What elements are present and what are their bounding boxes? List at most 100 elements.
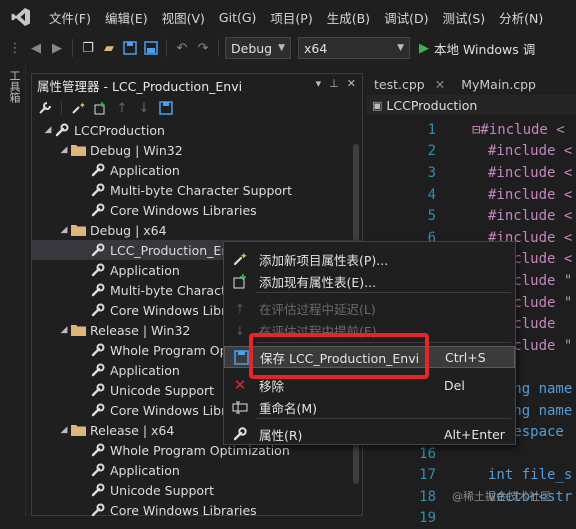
run-label: 本地 Windows 调 (434, 41, 536, 57)
code-line[interactable]: 5 #include < (366, 205, 576, 227)
wrench-icon (90, 462, 106, 478)
menu-item-shortcut: Ctrl+S (445, 349, 486, 365)
tree-item-label: Release | Win32 (90, 322, 191, 338)
code-line[interactable]: 17 int file_s (366, 465, 576, 487)
undo-icon[interactable]: ↶ (173, 39, 191, 57)
menu-item-shortcut: Del (444, 377, 465, 393)
collapse-arrow-icon[interactable]: ◢ (42, 125, 54, 135)
pin-icon[interactable]: ⊥ (329, 77, 339, 90)
move-down-icon[interactable]: ↓ (135, 99, 153, 117)
menu-item-shortcut: Alt+Enter (444, 426, 505, 442)
menu-build[interactable]: 生成(B) (320, 8, 377, 27)
visual-studio-logo-icon[interactable] (10, 6, 32, 28)
collapse-arrow-icon[interactable]: ◢ (58, 145, 70, 155)
code-line[interactable]: 19 (366, 508, 576, 529)
property-sheet-item[interactable]: Multi-byte Character Support (32, 180, 362, 200)
properties-wrench-icon[interactable] (36, 99, 54, 117)
menu-test[interactable]: 测试(S) (435, 8, 492, 27)
svg-text:✦: ✦ (240, 252, 248, 262)
toolbox-tab[interactable]: 工具箱 (6, 70, 22, 103)
collapse-arrow-icon[interactable]: ◢ (58, 325, 70, 335)
save-sheet-icon[interactable] (157, 99, 175, 117)
menu-item-label: 属性(R) (259, 427, 303, 443)
code-line[interactable]: 3 #include < (366, 162, 576, 184)
code-line[interactable]: 1 ⊟#include < (366, 119, 576, 141)
wrench-icon (90, 202, 106, 218)
folder-icon (70, 422, 86, 438)
line-number: 19 (419, 510, 436, 527)
property-sheet-item[interactable]: Core Windows Libraries (32, 200, 362, 220)
tree-item-label: LCC_Production_Envi (110, 242, 241, 258)
tab-mymain-cpp[interactable]: MyMain.cpp (453, 73, 544, 95)
menu-git[interactable]: Git(G) (212, 10, 264, 25)
toolbox-strip[interactable]: 工具箱 (0, 62, 26, 516)
collapse-arrow-icon[interactable]: ◢ (58, 225, 70, 235)
menu-view[interactable]: 视图(V) (155, 8, 212, 27)
context-menu-item[interactable]: 重命名(M) (224, 396, 515, 418)
close-icon[interactable]: ✕ (435, 77, 445, 92)
move-up-icon[interactable]: ↑ (113, 99, 131, 117)
menu-edit[interactable]: 编辑(E) (98, 8, 155, 27)
menu-item-label: 在评估过程中延迟(L) (259, 301, 376, 317)
wrench-icon (90, 382, 106, 398)
context-menu-item[interactable]: 添加现有属性表(E)... (224, 270, 515, 292)
main-toolbar: ⋮ ◀ ▶ ❐ ▰ ↶ ↷ Debug ▼ x64 ▼ ▶ 本地 Windows… (0, 34, 576, 62)
platform-dropdown[interactable]: x64 ▼ (298, 37, 410, 59)
configuration-node[interactable]: ◢ Debug | Win32 (32, 140, 362, 160)
code-text: #include < (488, 208, 573, 225)
code-text: ⊟#include < (472, 121, 565, 138)
wrench-icon (90, 182, 106, 198)
add-existing-sheet-icon[interactable] (91, 99, 109, 117)
collapse-arrow-icon[interactable]: ◢ (58, 425, 70, 435)
wrench-icon (54, 122, 70, 138)
menu-item-label: 添加现有属性表(E)... (259, 274, 377, 290)
menu-item-label: 重命名(M) (259, 400, 318, 416)
dropdown-icon[interactable]: ▾ (316, 77, 322, 90)
menu-debug[interactable]: 调试(D) (377, 8, 435, 27)
save-all-icon[interactable] (142, 39, 160, 57)
code-line[interactable]: 2 #include < (366, 141, 576, 163)
tree-item-label: Unicode Support (110, 482, 215, 498)
close-icon[interactable]: ✕ (347, 77, 356, 90)
redo-icon[interactable]: ↷ (194, 39, 212, 57)
toolbar-divider (166, 39, 167, 57)
panel-title-bar: 属性管理器 - LCC_Production_Envi ▾ ⊥ ✕ (32, 74, 362, 96)
tab-test-cpp[interactable]: test.cpp ✕ (366, 73, 453, 95)
property-sheet-item[interactable]: Unicode Support (32, 480, 362, 500)
toolbar-divider (61, 101, 62, 115)
code-line[interactable]: 4 #include < (366, 184, 576, 206)
configuration-node[interactable]: ◢ Debug | x64 (32, 220, 362, 240)
toolbar-divider (218, 39, 219, 57)
tree-item-label: Application (110, 262, 180, 278)
save-icon[interactable] (121, 39, 139, 57)
wrench-icon (90, 402, 106, 418)
menu-file[interactable]: 文件(F) (42, 8, 98, 27)
start-debugging-button[interactable]: ▶ 本地 Windows 调 (419, 39, 535, 58)
code-line[interactable]: 16 (366, 443, 576, 465)
chevron-down-icon: ▼ (397, 43, 404, 53)
new-project-icon[interactable]: ❐ (79, 39, 97, 57)
context-menu-item[interactable]: 属性(R) Alt+Enter (224, 423, 515, 445)
menu-analyze[interactable]: 分析(N) (492, 8, 550, 27)
menu-item-label: 添加新项目属性表(P)... (259, 252, 389, 268)
tree-item-label: Core Windows Libr (110, 402, 227, 418)
project-node[interactable]: ◢ LCCProduction (32, 120, 362, 140)
property-sheet-item[interactable]: Application (32, 160, 362, 180)
back-icon[interactable]: ◀ (27, 39, 45, 57)
line-number: 1 (427, 121, 436, 138)
configuration-dropdown[interactable]: Debug ▼ (225, 37, 291, 59)
editor-project-selector[interactable]: ▣ LCCProduction (366, 95, 576, 115)
property-sheet-item[interactable]: Application (32, 460, 362, 480)
tree-item-label: Core Windows Libraries (110, 502, 257, 518)
open-folder-icon[interactable]: ▰ (100, 39, 118, 57)
tree-item-label: LCCProduction (74, 122, 165, 138)
forward-icon[interactable]: ▶ (48, 39, 66, 57)
add-new-sheet-icon[interactable]: ✦ (69, 99, 87, 117)
editor-project-name: LCCProduction (386, 97, 478, 113)
context-menu-item[interactable]: ✦ 添加新项目属性表(P)... (224, 248, 515, 270)
property-sheet-item[interactable]: Core Windows Libraries (32, 500, 362, 520)
wrench-icon (90, 442, 106, 458)
context-menu-item: ↑ 在评估过程中延迟(L) (224, 297, 515, 319)
menu-project[interactable]: 项目(P) (263, 8, 319, 27)
tree-item-label: Debug | Win32 (90, 142, 183, 158)
